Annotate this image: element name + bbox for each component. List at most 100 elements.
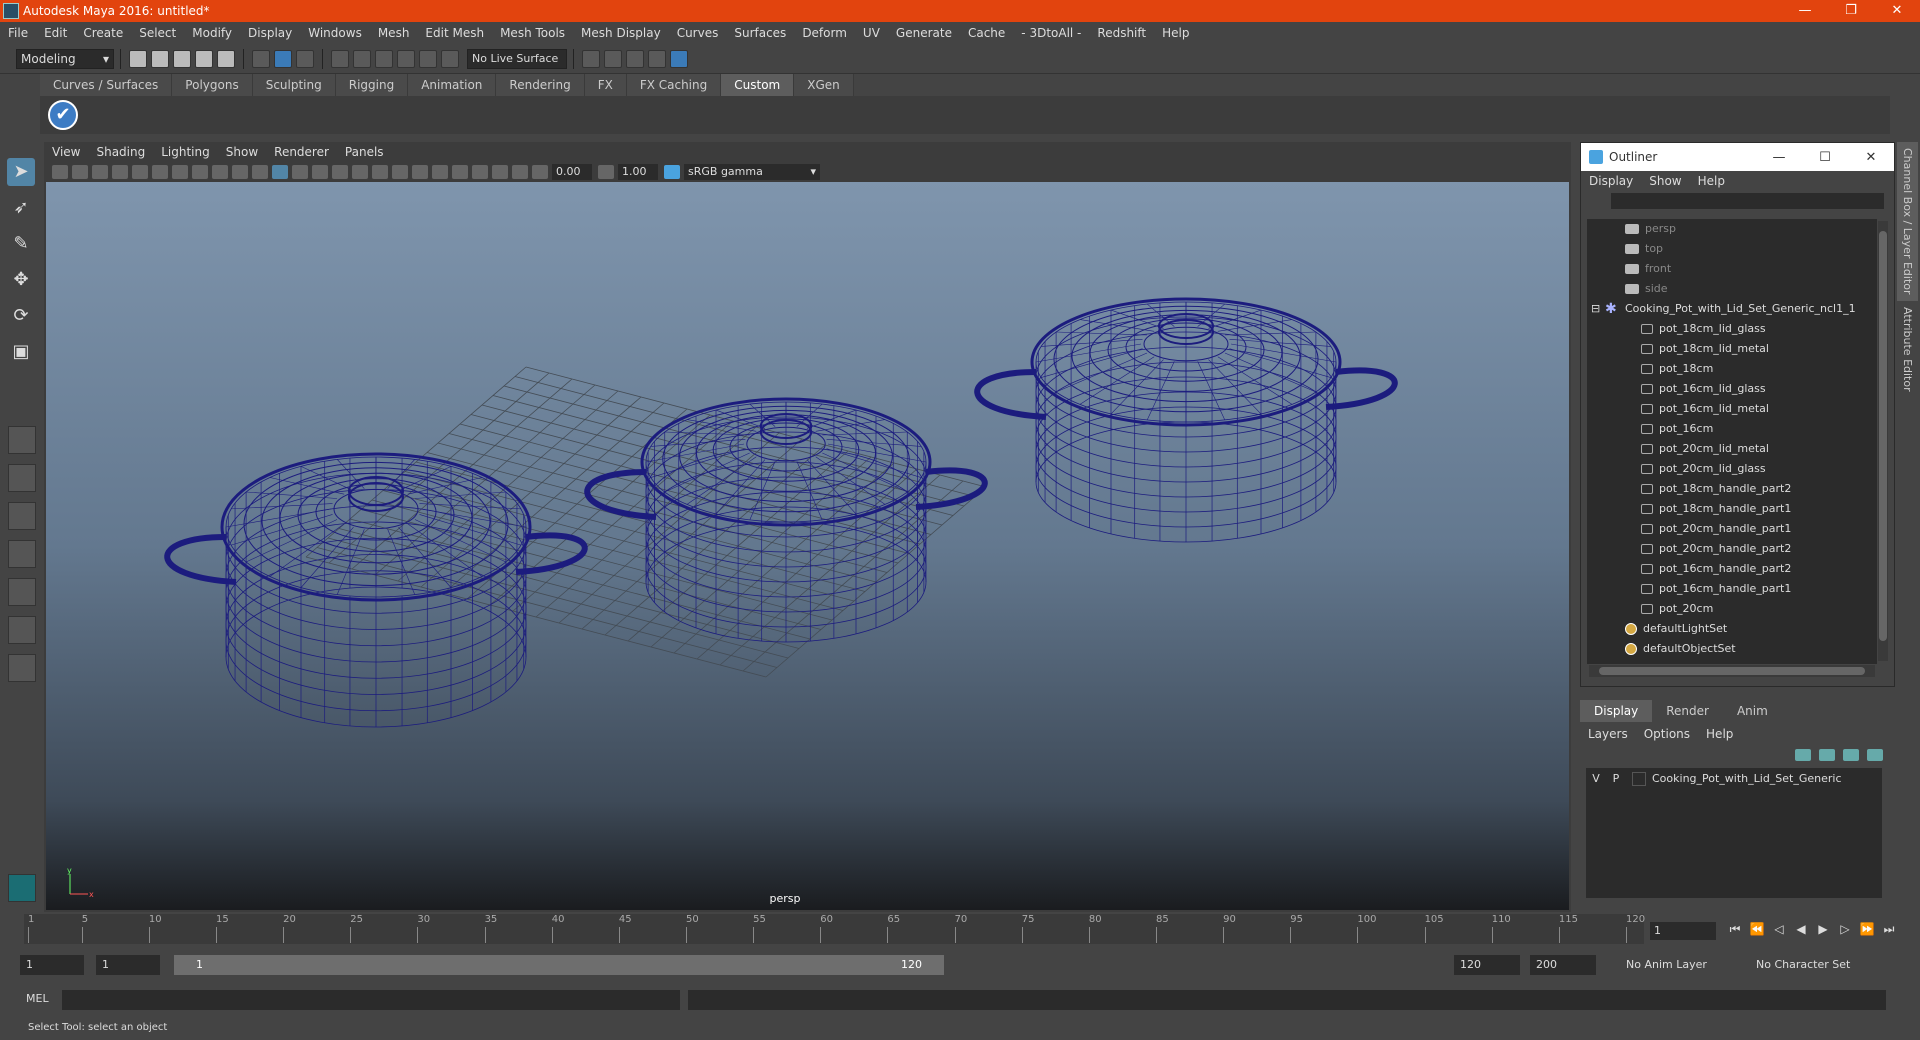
open-scene-icon[interactable] bbox=[151, 49, 169, 68]
menu-modify[interactable]: Modify bbox=[192, 26, 232, 40]
scrollbar-thumb[interactable] bbox=[1879, 231, 1887, 641]
hypershade-layout-icon[interactable] bbox=[8, 616, 36, 644]
select-hierarchy-icon[interactable] bbox=[252, 49, 270, 68]
outliner-item[interactable]: pot_20cm_lid_metal bbox=[1587, 439, 1877, 459]
rotate-tool-button[interactable]: ⟳ bbox=[7, 302, 35, 330]
current-frame-field[interactable]: 1 bbox=[1650, 922, 1716, 940]
move-layer-down-icon[interactable] bbox=[1819, 749, 1835, 761]
step-forward-key-button[interactable]: ⏩ bbox=[1856, 922, 1878, 937]
animation-end-field[interactable]: 200 bbox=[1530, 955, 1596, 975]
snap-point-icon[interactable] bbox=[375, 49, 393, 68]
four-pane-layout-icon[interactable] bbox=[8, 464, 36, 492]
lights-icon[interactable] bbox=[352, 165, 368, 179]
viewport-menu-panels[interactable]: Panels bbox=[345, 143, 384, 161]
menu-surfaces[interactable]: Surfaces bbox=[734, 26, 786, 40]
isolate-select-icon[interactable] bbox=[452, 165, 468, 179]
step-back-frame-button[interactable]: ◁ bbox=[1768, 922, 1790, 937]
playback-end-field[interactable]: 120 bbox=[1454, 955, 1520, 975]
lasso-tool-button[interactable]: ➶ bbox=[7, 194, 35, 222]
outliner-item[interactable]: pot_20cm bbox=[1587, 599, 1877, 619]
outliner-menu-show[interactable]: Show bbox=[1649, 174, 1681, 188]
new-layer-selected-icon[interactable] bbox=[1867, 749, 1883, 761]
play-forwards-button[interactable]: ▶ bbox=[1812, 922, 1834, 937]
outliner-maximize-button[interactable]: ☐ bbox=[1802, 150, 1848, 165]
color-management-icon[interactable] bbox=[664, 165, 680, 179]
outliner-search-input[interactable] bbox=[1611, 193, 1884, 209]
xray-components-icon[interactable] bbox=[512, 165, 528, 179]
render-settings-icon[interactable] bbox=[648, 49, 666, 68]
menu-mesh[interactable]: Mesh bbox=[378, 26, 410, 40]
command-input[interactable] bbox=[62, 990, 680, 1010]
outliner-item[interactable]: pot_20cm_lid_glass bbox=[1587, 459, 1877, 479]
outliner-layout-icon[interactable] bbox=[8, 540, 36, 568]
render-view-icon[interactable] bbox=[582, 49, 600, 68]
wireframe-icon[interactable] bbox=[272, 165, 288, 179]
shelf-tab-custom[interactable]: Custom bbox=[721, 74, 795, 96]
outliner-item[interactable]: defaultLightSet bbox=[1587, 619, 1877, 639]
camera-attributes-icon[interactable] bbox=[72, 165, 88, 179]
menu-set-selector[interactable]: Modeling bbox=[16, 48, 114, 69]
outliner-item[interactable]: pot_16cm_handle_part1 bbox=[1587, 579, 1877, 599]
outliner-item[interactable]: pot_18cm_handle_part1 bbox=[1587, 499, 1877, 519]
custom-shelf-check-icon[interactable]: ✔ bbox=[48, 100, 78, 130]
xray-icon[interactable] bbox=[472, 165, 488, 179]
viewport-menu-shading[interactable]: Shading bbox=[96, 143, 145, 161]
new-empty-layer-icon[interactable] bbox=[1843, 749, 1859, 761]
scrollbar-thumb[interactable] bbox=[1599, 667, 1865, 675]
undo-icon[interactable] bbox=[195, 49, 213, 68]
play-backwards-button[interactable]: ◀ bbox=[1790, 922, 1812, 937]
outliner-item[interactable]: pot_16cm_lid_metal bbox=[1587, 399, 1877, 419]
layer-menu-help[interactable]: Help bbox=[1706, 727, 1733, 741]
close-button[interactable]: ✕ bbox=[1874, 0, 1920, 22]
outliner-menu-display[interactable]: Display bbox=[1589, 174, 1633, 188]
viewport-menu-lighting[interactable]: Lighting bbox=[161, 143, 210, 161]
shelf-tab-curves-surfaces[interactable]: Curves / Surfaces bbox=[40, 74, 173, 96]
menu-generate[interactable]: Generate bbox=[896, 26, 952, 40]
viewport-menu-renderer[interactable]: Renderer bbox=[274, 143, 329, 161]
menu-cache[interactable]: Cache bbox=[968, 26, 1005, 40]
layer-menu-options[interactable]: Options bbox=[1644, 727, 1690, 741]
menu-edit-mesh[interactable]: Edit Mesh bbox=[425, 26, 484, 40]
grid-icon[interactable] bbox=[132, 165, 148, 179]
view-transform-dropdown[interactable]: sRGB gamma bbox=[684, 164, 820, 180]
layer-color-swatch[interactable] bbox=[1632, 772, 1646, 786]
safe-title-icon[interactable] bbox=[252, 165, 268, 179]
menu-help[interactable]: Help bbox=[1162, 26, 1189, 40]
exposure-field[interactable]: 0.00 bbox=[552, 164, 592, 180]
graph-layout-icon[interactable] bbox=[8, 578, 36, 606]
menu-windows[interactable]: Windows bbox=[308, 26, 362, 40]
outliner-item[interactable]: pot_20cm_handle_part1 bbox=[1587, 519, 1877, 539]
layer-tab-display[interactable]: Display bbox=[1580, 700, 1653, 722]
shelf-options[interactable] bbox=[0, 74, 40, 134]
viewport-menu-view[interactable]: View bbox=[52, 143, 80, 161]
menu-uv[interactable]: UV bbox=[863, 26, 880, 40]
menu-mesh-tools[interactable]: Mesh Tools bbox=[500, 26, 565, 40]
gamma-icon[interactable] bbox=[598, 165, 614, 179]
animation-start-field[interactable]: 1 bbox=[20, 955, 84, 975]
motion-blur-icon[interactable] bbox=[412, 165, 428, 179]
snap-curve-icon[interactable] bbox=[353, 49, 371, 68]
new-scene-icon[interactable] bbox=[129, 49, 147, 68]
single-pane-layout-icon[interactable] bbox=[8, 426, 36, 454]
field-chart-icon[interactable] bbox=[212, 165, 228, 179]
two-pane-layout-icon[interactable] bbox=[8, 502, 36, 530]
outliner-item[interactable]: pot_16cm bbox=[1587, 419, 1877, 439]
time-slider-track[interactable]: 1 5 10 15 20 25 30 35 40 45 50 55 60 65 70 75 80 85 90 95 10… bbox=[24, 914, 1645, 944]
outliner-item[interactable]: front bbox=[1587, 259, 1877, 279]
save-scene-icon[interactable] bbox=[173, 49, 191, 68]
render-current-icon[interactable] bbox=[604, 49, 622, 68]
hypershade-icon[interactable] bbox=[670, 49, 688, 68]
image-plane-icon[interactable] bbox=[112, 165, 128, 179]
menu-file[interactable]: File bbox=[8, 26, 28, 40]
command-language-label[interactable]: MEL bbox=[26, 992, 49, 1005]
outliner-menu-help[interactable]: Help bbox=[1698, 174, 1725, 188]
outliner-item[interactable]: persp bbox=[1587, 219, 1877, 239]
gate-mask-icon[interactable] bbox=[192, 165, 208, 179]
step-back-key-button[interactable]: ⏪ bbox=[1746, 922, 1768, 937]
magnet-icon[interactable] bbox=[441, 49, 459, 68]
outliner-item[interactable]: defaultObjectSet bbox=[1587, 639, 1877, 659]
paint-select-tool-button[interactable]: ✎ bbox=[7, 230, 35, 258]
gamma-field[interactable]: 1.00 bbox=[618, 164, 658, 180]
outliner-horizontal-scrollbar[interactable] bbox=[1589, 665, 1875, 677]
shelf-tab-polygons[interactable]: Polygons bbox=[172, 74, 253, 96]
